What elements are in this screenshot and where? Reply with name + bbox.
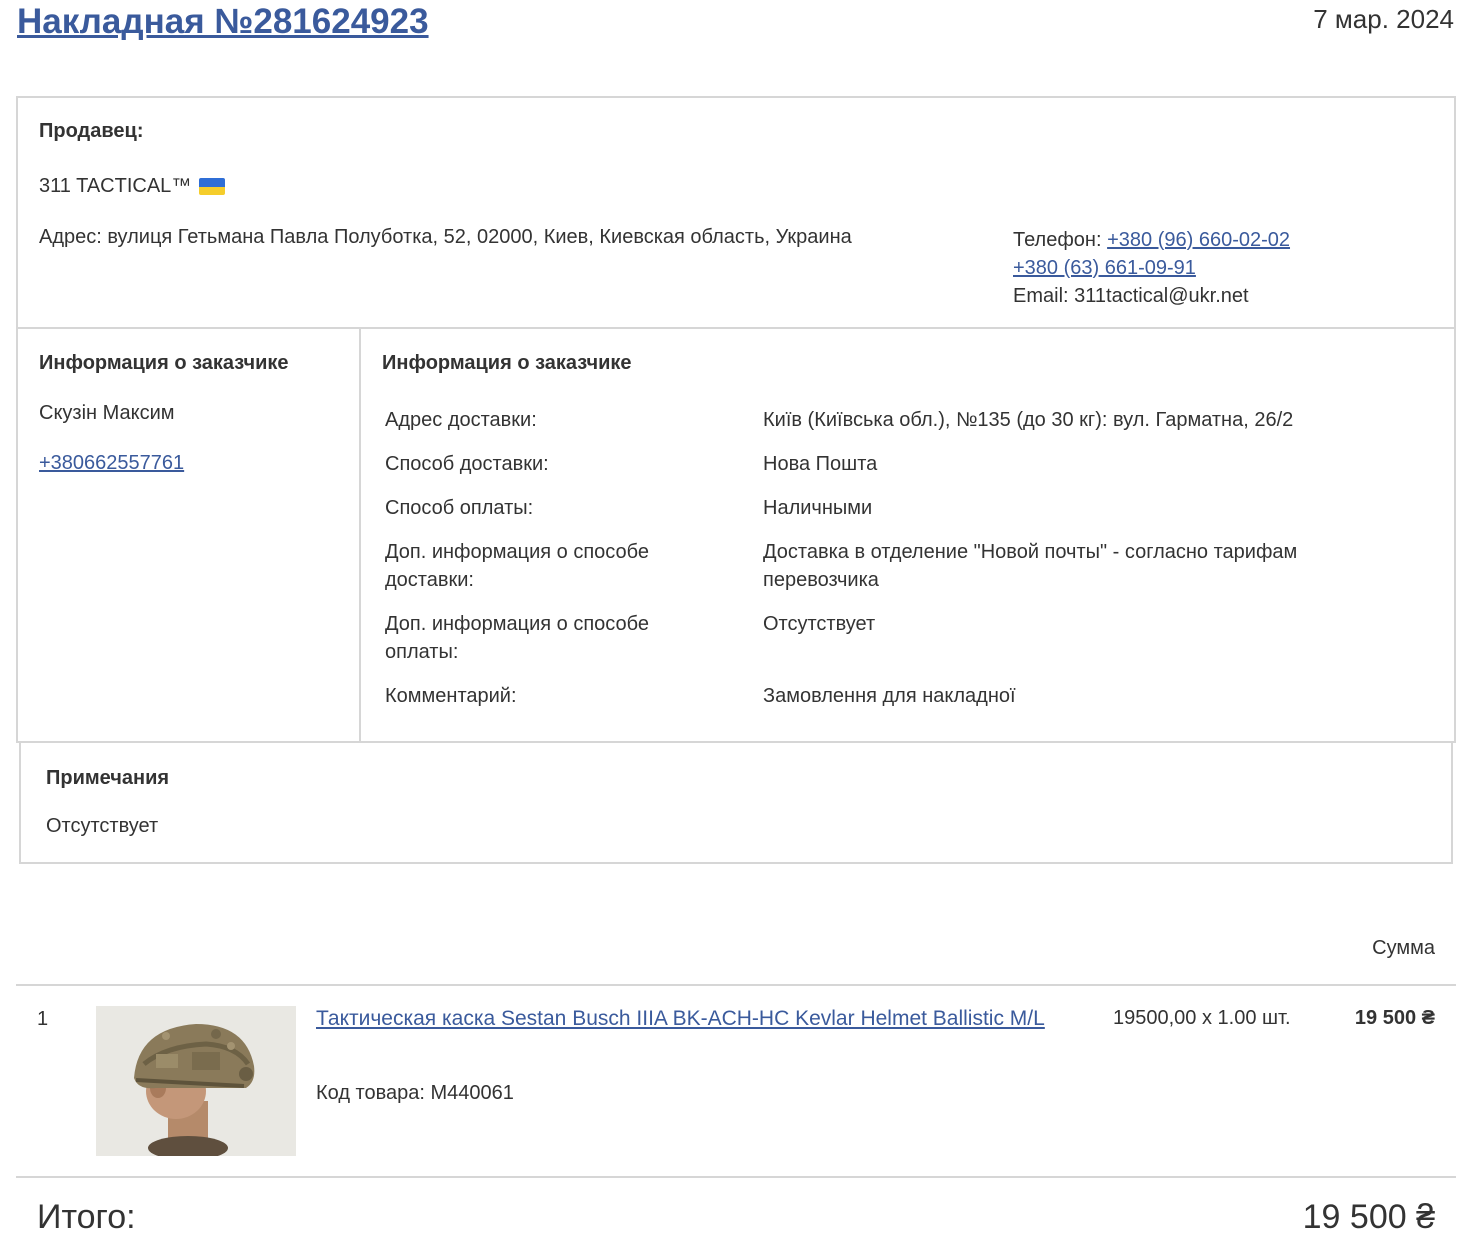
- product-title-link[interactable]: Тактическая каска Sestan Busch IIIA BK-A…: [316, 1005, 1056, 1033]
- delivery-value: Наличными: [763, 497, 873, 519]
- customer-info-column: Информация о заказчике Скузін Максим +38…: [18, 328, 361, 741]
- seller-phone-link-2[interactable]: +380 (63) 661-09-91: [1013, 257, 1196, 279]
- notes-section: Примечания Отсутствует: [19, 743, 1453, 864]
- seller-name-text: 311 TACTICAL™: [39, 175, 192, 197]
- divider: [16, 1176, 1456, 1178]
- item-number: 1: [37, 1008, 49, 1030]
- seller-section: Продавец: 311 TACTICAL™ Адрес: вулиця Ге…: [16, 96, 1456, 329]
- delivery-key: Адрес доставки:: [385, 409, 537, 431]
- product-code: Код товара: M440061: [316, 1082, 514, 1104]
- seller-name: 311 TACTICAL™: [39, 175, 226, 198]
- delivery-heading: Информация о заказчике: [382, 352, 632, 374]
- delivery-key: Комментарий:: [385, 685, 517, 707]
- product-price-qty: 19500,00 x 1.00 шт.: [1113, 1007, 1291, 1029]
- ukraine-flag-icon: [199, 178, 226, 195]
- seller-contacts: Телефон: +380 (96) 660-02-02 +380 (63) 6…: [1013, 226, 1290, 310]
- seller-label: Продавец:: [39, 120, 144, 142]
- delivery-key: Способ оплаты:: [385, 497, 534, 519]
- notes-label: Примечания: [46, 767, 170, 789]
- delivery-value: Київ (Київська обл.), №135 (до 30 кг): в…: [763, 409, 1294, 431]
- delivery-value: Замовлення для накладної: [763, 685, 1016, 707]
- delivery-key: Доп. информация о способе оплаты:: [385, 613, 649, 663]
- delivery-value: Доставка в отделение "Новой почты" - сог…: [763, 541, 1298, 591]
- customer-heading: Информация о заказчике: [39, 352, 289, 374]
- product-image[interactable]: [96, 1006, 296, 1156]
- customer-section: Информация о заказчике Скузін Максим +38…: [16, 328, 1456, 743]
- delivery-key: Доп. информация о способе доставки:: [385, 541, 649, 591]
- helmet-image-icon: [96, 1006, 296, 1156]
- delivery-key: Способ доставки:: [385, 453, 549, 475]
- customer-name: Скузін Максим: [39, 402, 175, 424]
- delivery-value: Отсутствует: [763, 613, 876, 635]
- seller-email: Email: 311tactical@ukr.net: [1013, 285, 1249, 307]
- product-sum: 19 500 ₴: [1354, 1007, 1435, 1029]
- seller-address: Адрес: вулиця Гетьмана Павла Полуботка, …: [39, 226, 852, 248]
- sum-column-header: Сумма: [1372, 937, 1435, 959]
- divider: [16, 984, 1456, 986]
- invoice-date: 7 мар. 2024: [1313, 4, 1454, 34]
- total-value: 19 500 ₴: [1302, 1198, 1435, 1236]
- delivery-value: Нова Пошта: [763, 453, 878, 475]
- phone-label: Телефон:: [1013, 229, 1108, 251]
- total-label: Итого:: [37, 1198, 136, 1236]
- notes-text: Отсутствует: [46, 815, 159, 837]
- invoice-title[interactable]: Накладная №281624923: [17, 2, 429, 42]
- customer-phone-link[interactable]: +380662557761: [39, 452, 184, 475]
- seller-phone-link-1[interactable]: +380 (96) 660-02-02: [1107, 229, 1290, 251]
